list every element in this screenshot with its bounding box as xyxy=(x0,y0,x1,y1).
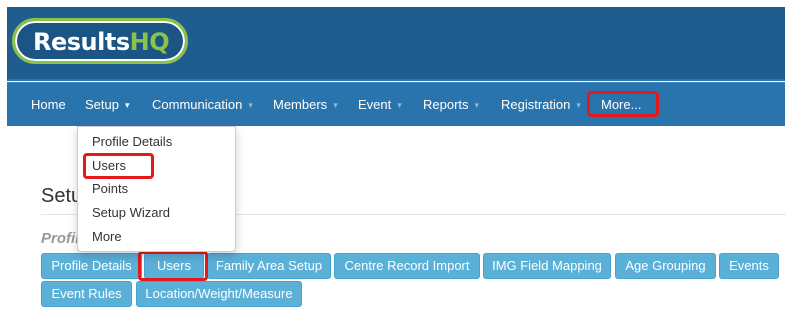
resultshq-logo[interactable]: ResultsHQ xyxy=(12,18,188,64)
nav-item-registration[interactable]: Registration ▾ xyxy=(501,83,581,127)
menu-item-users[interactable]: Users xyxy=(92,156,126,176)
setup-dropdown-menu: Profile Details Users Points Setup Wizar… xyxy=(77,126,236,252)
nav-item-label: Setup xyxy=(85,97,119,112)
nav-item-members[interactable]: Members ▾ xyxy=(273,83,338,127)
logo-text-accent: HQ xyxy=(129,28,170,56)
menu-item-more[interactable]: More xyxy=(92,227,122,247)
chevron-down-icon: ▾ xyxy=(397,100,402,110)
events-button[interactable]: Events xyxy=(719,253,779,279)
family-area-setup-button[interactable]: Family Area Setup xyxy=(207,253,331,279)
nav-item-label: Home xyxy=(31,97,66,112)
nav-item-setup[interactable]: Setup ▾ xyxy=(85,83,130,127)
nav-item-label: Communication xyxy=(152,97,243,112)
logo-text-main: Results xyxy=(33,28,130,56)
nav-item-label: Members xyxy=(273,97,328,112)
app-header: ResultsHQ xyxy=(7,7,785,81)
menu-item-points[interactable]: Points xyxy=(92,179,128,199)
main-navbar: Home Setup ▾ Communication ▾ Members ▾ Even… xyxy=(7,82,785,126)
nav-item-more[interactable]: More... xyxy=(601,83,641,127)
chevron-down-icon: ▾ xyxy=(248,100,253,110)
nav-item-event[interactable]: Event ▾ xyxy=(358,83,402,127)
menu-item-setup-wizard[interactable]: Setup Wizard xyxy=(92,203,170,223)
chevron-down-icon: ▾ xyxy=(474,100,480,110)
chevron-down-icon: ▾ xyxy=(124,100,130,110)
nav-item-label: Event xyxy=(358,97,392,112)
nav-item-communication[interactable]: Communication ▾ xyxy=(152,83,253,127)
menu-item-profile-details[interactable]: Profile Details xyxy=(92,132,172,152)
nav-item-home[interactable]: Home xyxy=(31,83,66,127)
centre-record-import-button[interactable]: Centre Record Import xyxy=(334,253,480,279)
location-weight-measure-button[interactable]: Location/Weight/Measure xyxy=(136,281,302,307)
users-button[interactable]: Users xyxy=(144,253,204,279)
chevron-down-icon: ▾ xyxy=(576,100,581,110)
event-rules-button[interactable]: Event Rules xyxy=(41,281,132,307)
nav-item-reports[interactable]: Reports ▾ xyxy=(423,83,479,127)
age-grouping-button[interactable]: Age Grouping xyxy=(615,253,716,279)
logo-wordmark: ResultsHQ xyxy=(33,28,170,56)
nav-item-label: More... xyxy=(601,97,642,112)
img-field-mapping-button[interactable]: IMG Field Mapping xyxy=(483,253,611,279)
nav-item-label: Registration xyxy=(501,97,571,112)
profile-details-button[interactable]: Profile Details xyxy=(41,253,142,279)
chevron-down-icon: ▾ xyxy=(333,100,338,110)
nav-item-label: Reports xyxy=(423,97,469,112)
